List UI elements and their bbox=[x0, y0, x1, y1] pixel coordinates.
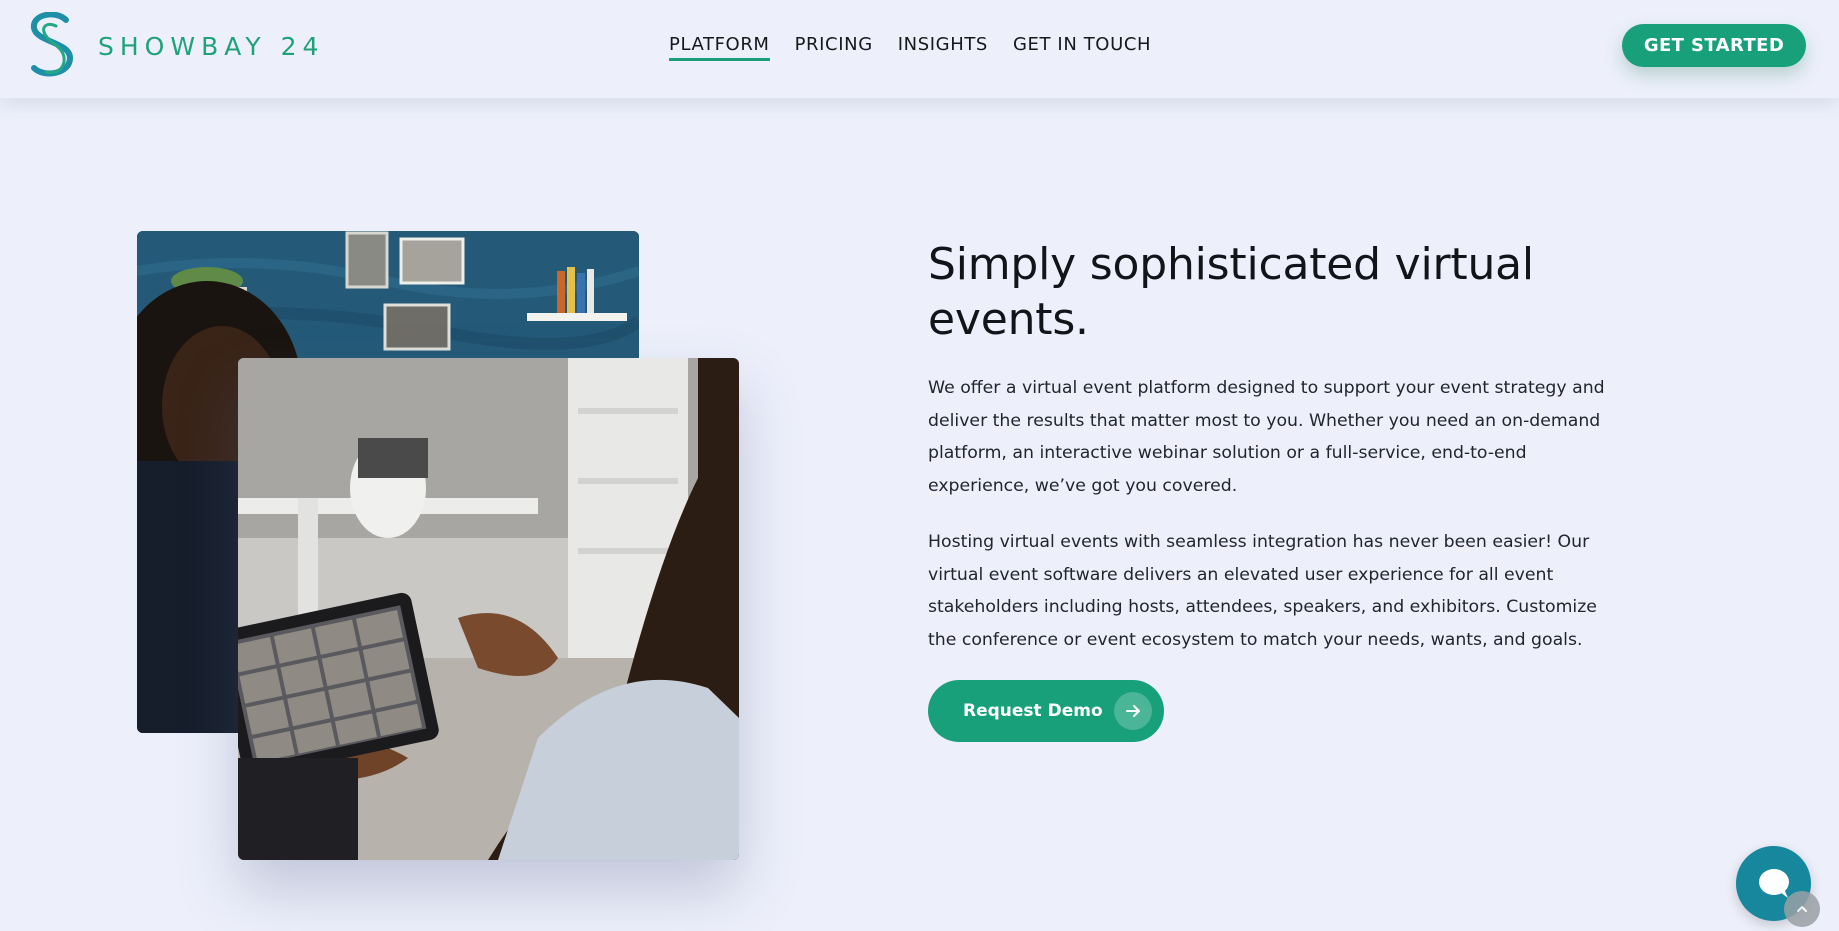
nav-platform[interactable]: PLATFORM bbox=[669, 34, 770, 61]
brand-name: SHOWBAY 24 bbox=[98, 31, 325, 61]
arrow-right-icon bbox=[1114, 692, 1152, 730]
logo-link[interactable]: SHOWBAY 24 bbox=[26, 12, 324, 80]
scroll-to-top-button[interactable] bbox=[1784, 891, 1820, 927]
get-started-button[interactable]: GET STARTED bbox=[1622, 24, 1806, 67]
hero-image-tablet-call bbox=[238, 358, 739, 860]
nav-insights[interactable]: INSIGHTS bbox=[898, 34, 988, 61]
main-nav: PLATFORM PRICING INSIGHTS GET IN TOUCH bbox=[669, 34, 1151, 61]
chevron-up-icon bbox=[1797, 905, 1807, 912]
showbay-logo-icon bbox=[31, 12, 74, 77]
request-demo-label: Request Demo bbox=[963, 701, 1103, 721]
hero-headline: Simply sophisticated virtual events. bbox=[928, 239, 1534, 345]
chat-bubble-icon bbox=[1758, 868, 1789, 898]
hero-paragraph-2: Hosting virtual events with seamless int… bbox=[928, 532, 1597, 650]
request-demo-button[interactable]: Request Demo bbox=[928, 680, 1164, 742]
hero-paragraph-1: We offer a virtual event platform design… bbox=[928, 378, 1605, 496]
nav-pricing[interactable]: PRICING bbox=[795, 34, 873, 61]
site-header: SHOWBAY 24 PLATFORM PRICING INSIGHTS GET… bbox=[0, 0, 1839, 98]
nav-get-in-touch[interactable]: GET IN TOUCH bbox=[1013, 34, 1151, 61]
hero-content: Simply sophisticated virtual events. We … bbox=[928, 237, 1608, 742]
